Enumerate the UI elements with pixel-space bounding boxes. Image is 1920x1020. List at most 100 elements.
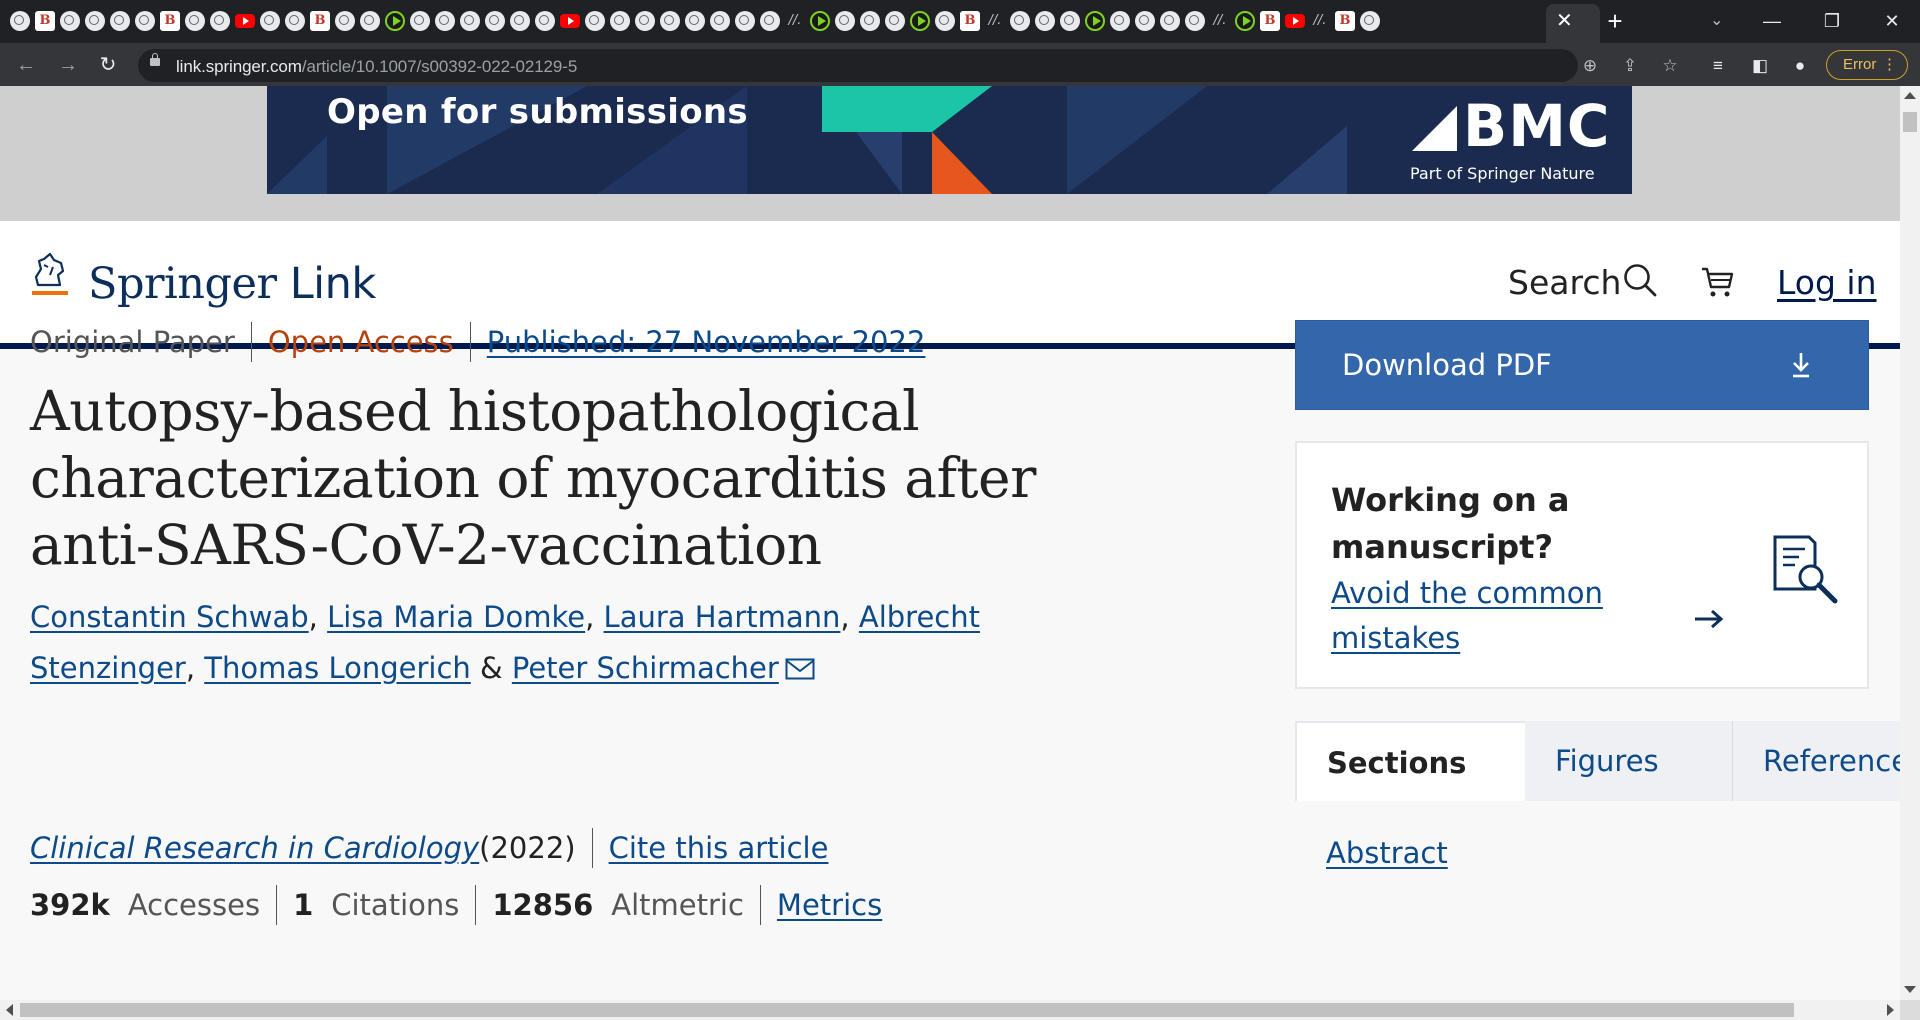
- tab-favicon-icon[interactable]: [835, 11, 855, 31]
- tab-search-chevron-icon[interactable]: ⌄: [1710, 10, 1723, 30]
- tab-favicon-icon[interactable]: [260, 11, 280, 31]
- tab-favicon-icon[interactable]: [335, 11, 355, 31]
- tab-favicon-icon[interactable]: [210, 11, 230, 31]
- horizontal-scroll-thumb[interactable]: [20, 1003, 1794, 1017]
- login-link[interactable]: Log in: [1777, 263, 1877, 302]
- author-link[interactable]: Peter Schirmacher: [512, 651, 779, 685]
- tab-favicon-icon[interactable]: [110, 11, 130, 31]
- cite-article-link[interactable]: Cite this article: [609, 831, 829, 865]
- tab-favicon-icon[interactable]: [310, 11, 330, 31]
- tab-favicon-icon[interactable]: [710, 11, 730, 31]
- tab-favicon-icon[interactable]: [10, 11, 30, 31]
- tab-favicon-icon[interactable]: [960, 11, 980, 31]
- tab-favicon-icon[interactable]: [910, 11, 930, 31]
- tab-favicon-icon[interactable]: [1135, 11, 1155, 31]
- vertical-scroll-thumb[interactable]: [1903, 112, 1917, 132]
- springer-link-logo[interactable]: Springer Link: [88, 259, 376, 309]
- journal-link[interactable]: Clinical Research in Cardiology: [30, 831, 479, 865]
- published-date-link[interactable]: Published: 27 November 2022: [487, 325, 926, 359]
- tab-favicon-icon[interactable]: [1335, 11, 1355, 31]
- tab-figures[interactable]: Figures: [1525, 721, 1733, 801]
- bookmark-star-icon[interactable]: ☆: [1658, 54, 1682, 78]
- scroll-up-arrow-icon[interactable]: [1904, 92, 1916, 99]
- tab-favicon-icon[interactable]: [685, 11, 705, 31]
- ad-banner[interactable]: Open for submissions BMC Part of Springe…: [267, 86, 1632, 194]
- tab-favicon-icon[interactable]: [1085, 11, 1105, 31]
- springer-horse-icon[interactable]: [28, 251, 72, 297]
- tab-favicon-icon[interactable]: [785, 11, 805, 31]
- minimize-icon[interactable]: —: [1752, 6, 1792, 36]
- tab-favicon-icon[interactable]: [135, 11, 155, 31]
- tab-favicon-icon[interactable]: [35, 11, 55, 31]
- menu-dots-icon[interactable]: ⋮: [1882, 51, 1897, 78]
- tab-favicon-icon[interactable]: [360, 11, 380, 31]
- tab-favicon-icon[interactable]: [735, 11, 755, 31]
- tab-favicon-icon[interactable]: [860, 11, 880, 31]
- tab-favicon-icon[interactable]: [1360, 11, 1380, 31]
- tab-favicon-icon[interactable]: [1285, 14, 1305, 28]
- tab-strip[interactable]: [10, 7, 1380, 35]
- cart-icon[interactable]: [1700, 265, 1734, 299]
- header-search-label[interactable]: Search: [1508, 263, 1621, 302]
- tab-favicon-icon[interactable]: [160, 11, 180, 31]
- close-tab-icon[interactable]: ✕: [1556, 11, 1573, 31]
- author-link[interactable]: Thomas Longerich: [204, 651, 471, 685]
- tab-favicon-icon[interactable]: [585, 11, 605, 31]
- avoid-mistakes-link[interactable]: Avoid the common mistakes: [1331, 571, 1631, 661]
- tab-favicon-icon[interactable]: [285, 11, 305, 31]
- url-text[interactable]: link.springer.com/article/10.1007/s00392…: [176, 57, 577, 77]
- tab-favicon-icon[interactable]: [510, 11, 530, 31]
- author-link[interactable]: Constantin Schwab: [30, 600, 309, 634]
- tab-favicon-icon[interactable]: [185, 11, 205, 31]
- tab-favicon-icon[interactable]: [1235, 11, 1255, 31]
- scroll-left-arrow-icon[interactable]: [6, 1004, 13, 1016]
- search-icon[interactable]: [1623, 263, 1657, 297]
- tab-favicon-icon[interactable]: [85, 11, 105, 31]
- reading-list-icon[interactable]: ≡: [1706, 54, 1730, 78]
- new-tab-button[interactable]: +: [1600, 7, 1630, 35]
- profile-icon[interactable]: ●: [1788, 54, 1812, 78]
- tab-favicon-icon[interactable]: [1010, 11, 1030, 31]
- scroll-right-arrow-icon[interactable]: [1887, 1004, 1894, 1016]
- author-link[interactable]: Lisa Maria Domke: [327, 600, 585, 634]
- tab-favicon-icon[interactable]: [1060, 11, 1080, 31]
- tab-favicon-icon[interactable]: [985, 11, 1005, 31]
- tab-favicon-icon[interactable]: [485, 11, 505, 31]
- scroll-down-arrow-icon[interactable]: [1904, 986, 1916, 993]
- zoom-icon[interactable]: ⊕: [1578, 54, 1602, 78]
- tab-favicon-icon[interactable]: [1210, 11, 1230, 31]
- metrics-link[interactable]: Metrics: [777, 888, 882, 922]
- tab-favicon-icon[interactable]: [60, 11, 80, 31]
- tab-favicon-icon[interactable]: [385, 11, 405, 31]
- arrow-right-icon[interactable]: [1693, 608, 1725, 630]
- author-link[interactable]: Laura Hartmann: [604, 600, 841, 634]
- tab-favicon-icon[interactable]: [635, 11, 655, 31]
- tab-favicon-icon[interactable]: [460, 11, 480, 31]
- share-icon[interactable]: ⇪: [1618, 54, 1642, 78]
- tab-favicon-icon[interactable]: [235, 14, 255, 28]
- tab-favicon-icon[interactable]: [1160, 11, 1180, 31]
- tab-favicon-icon[interactable]: [885, 11, 905, 31]
- tab-sections[interactable]: Sections: [1295, 721, 1525, 801]
- tab-favicon-icon[interactable]: [535, 11, 555, 31]
- forward-icon[interactable]: →: [54, 51, 82, 79]
- tab-favicon-icon[interactable]: [1260, 11, 1280, 31]
- tab-favicon-icon[interactable]: [660, 11, 680, 31]
- tab-favicon-icon[interactable]: [610, 11, 630, 31]
- reload-icon[interactable]: ↻: [94, 51, 122, 79]
- tab-favicon-icon[interactable]: [1035, 11, 1055, 31]
- tab-favicon-icon[interactable]: [810, 11, 830, 31]
- tab-favicon-icon[interactable]: [760, 11, 780, 31]
- tab-favicon-icon[interactable]: [435, 11, 455, 31]
- tab-favicon-icon[interactable]: [1185, 11, 1205, 31]
- tab-references[interactable]: References: [1733, 721, 1920, 801]
- profile-error-button[interactable]: Error ⋮: [1826, 50, 1908, 80]
- section-link-abstract[interactable]: Abstract: [1326, 836, 1448, 870]
- lock-icon[interactable]: [150, 53, 160, 66]
- email-icon[interactable]: [785, 658, 815, 680]
- close-window-icon[interactable]: ✕: [1872, 6, 1912, 36]
- vertical-scrollbar[interactable]: [1900, 86, 1920, 1000]
- tab-favicon-icon[interactable]: [410, 11, 430, 31]
- active-tab[interactable]: [1546, 4, 1600, 43]
- tab-favicon-icon[interactable]: [935, 11, 955, 31]
